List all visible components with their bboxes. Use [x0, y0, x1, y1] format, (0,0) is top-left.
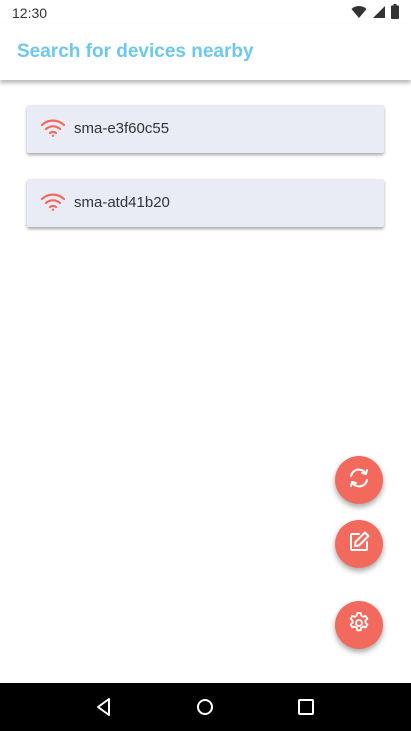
refresh-icon [347, 466, 371, 495]
wifi-icon [40, 119, 66, 142]
device-name: sma-atd41b20 [74, 194, 170, 211]
home-icon[interactable] [195, 697, 215, 722]
edit-button[interactable] [335, 520, 383, 568]
settings-button[interactable] [335, 601, 383, 649]
app-bar: Search for devices nearby [0, 24, 411, 80]
gear-icon [347, 611, 371, 640]
edit-icon [347, 530, 371, 559]
refresh-button[interactable] [335, 456, 383, 504]
navigation-bar [0, 683, 411, 731]
device-item[interactable]: sma-atd41b20 [27, 179, 384, 227]
device-item[interactable]: sma-e3f60c55 [27, 105, 384, 153]
recents-icon[interactable] [296, 697, 316, 722]
status-time: 12:30 [12, 5, 48, 21]
status-bar: 12:30 [0, 0, 411, 24]
back-icon[interactable] [94, 697, 114, 722]
wifi-icon [40, 193, 66, 216]
device-name: sma-e3f60c55 [74, 120, 170, 137]
status-icons [351, 4, 399, 24]
page-title: Search for devices nearby [17, 41, 254, 62]
battery-icon [391, 4, 399, 24]
wifi-signal-icon [351, 5, 367, 24]
cell-signal-icon [372, 5, 386, 24]
